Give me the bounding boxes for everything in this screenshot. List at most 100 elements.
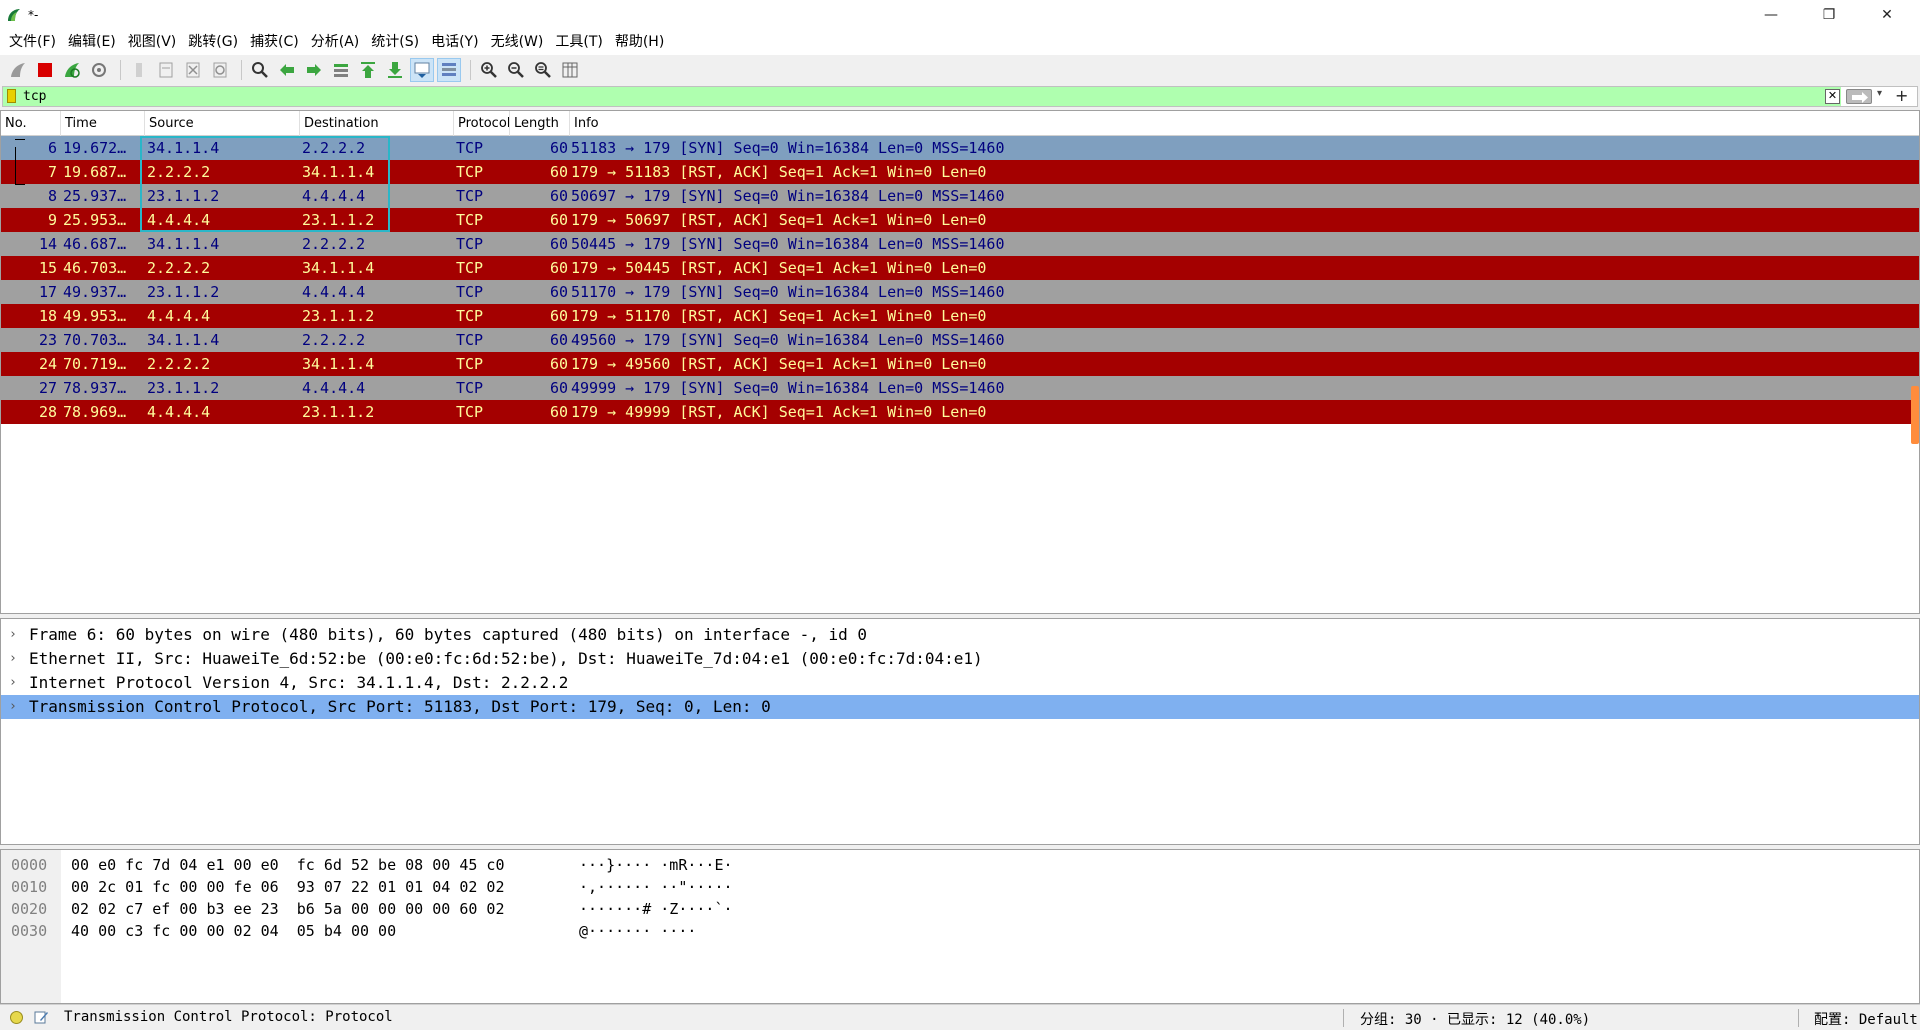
close-button[interactable]: ✕ xyxy=(1858,0,1916,29)
packet-row[interactable]: 27 78.937… 23.1.1.2 4.4.4.4 TCP 60 49999 → 179… xyxy=(1,376,1919,400)
packet-list-scrollbar-thumb[interactable] xyxy=(1911,386,1919,444)
go-first-button[interactable] xyxy=(356,58,380,82)
filter-bookmark-icon[interactable] xyxy=(7,89,16,103)
zoom-out-button[interactable] xyxy=(504,58,528,82)
packet-protocol: TCP xyxy=(456,331,484,349)
add-filter-button[interactable]: + xyxy=(1895,86,1908,105)
byte-ascii[interactable]: ·,······ ··"····· xyxy=(579,876,733,898)
profile-status[interactable]: 配置: Default xyxy=(1814,1009,1918,1029)
start-capture-button[interactable] xyxy=(6,58,30,82)
open-file-button[interactable] xyxy=(127,58,151,82)
zoom-reset-button[interactable] xyxy=(531,58,555,82)
packet-row[interactable]: 6 19.672… 34.1.1.4 2.2.2.2 TCP 60 51183 → 179 … xyxy=(1,136,1919,160)
packet-row[interactable]: 8 25.937… 23.1.1.2 4.4.4.4 TCP 60 50697 → 179 … xyxy=(1,184,1919,208)
wireshark-fin-icon xyxy=(8,8,20,21)
column-header-length[interactable]: Length xyxy=(510,111,570,136)
detail-ipv4[interactable]: › Internet Protocol Version 4, Src: 34.1.… xyxy=(1,671,1919,695)
byte-hex[interactable]: 00 2c 01 fc 00 00 fe 06 93 07 22 01 01 0… xyxy=(71,876,504,898)
packet-no: 8 xyxy=(47,187,57,205)
menu-statistics[interactable]: 统计(S) xyxy=(365,29,425,55)
save-file-button[interactable] xyxy=(154,58,178,82)
resize-columns-button[interactable] xyxy=(558,58,582,82)
toolbar-separator xyxy=(470,60,471,80)
packet-row[interactable]: 28 78.969… 4.4.4.4 23.1.1.2 TCP 60 179 → 49999… xyxy=(1,400,1919,424)
column-header-no[interactable]: No. xyxy=(1,111,61,136)
menu-help[interactable]: 帮助(H) xyxy=(609,29,670,55)
byte-offset: 0030 xyxy=(11,922,48,940)
column-header-protocol[interactable]: Protocol xyxy=(454,111,510,136)
colorize-button[interactable] xyxy=(437,58,461,82)
menu-wireless[interactable]: 无线(W) xyxy=(485,29,550,55)
go-to-packet-button[interactable] xyxy=(329,58,353,82)
menu-analyze[interactable]: 分析(A) xyxy=(305,29,366,55)
packet-row[interactable]: 24 70.719… 2.2.2.2 34.1.1.4 TCP 60 179 → 49560… xyxy=(1,352,1919,376)
menu-bar: 文件(F) 编辑(E) 视图(V) 跳转(G) 捕获(C) 分析(A) 统计(S… xyxy=(0,29,1920,55)
auto-scroll-button[interactable] xyxy=(410,58,434,82)
go-last-button[interactable] xyxy=(383,58,407,82)
packet-length: 60 xyxy=(549,355,568,373)
restore-button[interactable]: ❐ xyxy=(1800,0,1858,29)
detail-ethernet[interactable]: › Ethernet II, Src: HuaweiTe_6d:52:be (00… xyxy=(1,647,1919,671)
packet-protocol: TCP xyxy=(456,403,484,421)
packet-info: 50697 → 179 [SYN] Seq=0 Win=16384 Len=0 … xyxy=(571,187,1005,205)
byte-ascii[interactable]: @······· ···· xyxy=(579,920,696,942)
restart-capture-button[interactable] xyxy=(60,58,84,82)
packet-time: 25.937… xyxy=(63,187,127,205)
filter-apply-button[interactable] xyxy=(1846,89,1872,104)
minimize-button[interactable]: — xyxy=(1742,0,1800,29)
menu-file[interactable]: 文件(F) xyxy=(3,29,62,55)
packet-row[interactable]: 23 70.703… 34.1.1.4 2.2.2.2 TCP 60 49560 → 179… xyxy=(1,328,1919,352)
status-separator xyxy=(1343,1009,1344,1027)
packet-row[interactable]: 18 49.953… 4.4.4.4 23.1.1.2 TCP 60 179 → 51170… xyxy=(1,304,1919,328)
packet-row[interactable]: 9 25.953… 4.4.4.4 23.1.1.2 TCP 60 179 → 50697 … xyxy=(1,208,1919,232)
column-header-info[interactable]: Info xyxy=(570,111,1919,136)
menu-go[interactable]: 跳转(G) xyxy=(182,29,244,55)
go-back-button[interactable] xyxy=(275,58,299,82)
byte-ascii[interactable]: ·······# ·Z····`· xyxy=(579,898,733,920)
packet-no: 23 xyxy=(38,331,57,349)
status-message: Transmission Control Protocol: Protocol xyxy=(64,1009,393,1025)
reload-file-button[interactable] xyxy=(208,58,232,82)
packet-protocol: TCP xyxy=(456,235,484,253)
capture-options-button[interactable] xyxy=(87,58,111,82)
byte-hex[interactable]: 40 00 c3 fc 00 00 02 04 05 b4 00 00 xyxy=(71,920,396,942)
expert-info-icon[interactable] xyxy=(10,1011,23,1024)
menu-tools[interactable]: 工具(T) xyxy=(549,29,608,55)
detail-frame[interactable]: › Frame 6: 60 bytes on wire (480 bits), 6… xyxy=(1,623,1919,647)
packet-row[interactable]: 14 46.687… 34.1.1.4 2.2.2.2 TCP 60 50445 → 179… xyxy=(1,232,1919,256)
menu-capture[interactable]: 捕获(C) xyxy=(244,29,305,55)
packet-destination: 2.2.2.2 xyxy=(302,139,366,157)
packet-row[interactable]: 7 19.687… 2.2.2.2 34.1.1.4 TCP 60 179 → 51183 … xyxy=(1,160,1919,184)
detail-text: Frame 6: 60 bytes on wire (480 bits), 60… xyxy=(29,625,868,644)
colorize-icon xyxy=(442,63,456,76)
edit-comment-icon[interactable] xyxy=(33,1009,49,1025)
display-filter-input[interactable] xyxy=(23,87,1823,106)
filter-clear-button[interactable]: ✕ xyxy=(1825,89,1840,104)
column-header-destination[interactable]: Destination xyxy=(300,111,454,136)
chevron-right-icon[interactable]: › xyxy=(9,671,17,695)
menu-edit[interactable]: 编辑(E) xyxy=(62,29,122,55)
byte-ascii[interactable]: ···}···· ·mR···E· xyxy=(579,854,733,876)
menu-view[interactable]: 视图(V) xyxy=(122,29,183,55)
packet-length: 60 xyxy=(549,211,568,229)
chevron-right-icon[interactable]: › xyxy=(9,695,17,719)
packet-protocol: TCP xyxy=(456,355,484,373)
column-header-time[interactable]: Time xyxy=(61,111,145,136)
zoom-in-button[interactable] xyxy=(477,58,501,82)
filter-history-dropdown[interactable]: ▾ xyxy=(1877,88,1882,99)
packet-details-tree: › Frame 6: 60 bytes on wire (480 bits), 6… xyxy=(0,618,1920,845)
packet-row[interactable]: 15 46.703… 2.2.2.2 34.1.1.4 TCP 60 179 → 50445… xyxy=(1,256,1919,280)
detail-tcp[interactable]: › Transmission Control Protocol, Src Port… xyxy=(1,695,1919,719)
packet-row[interactable]: 17 49.937… 23.1.1.2 4.4.4.4 TCP 60 51170 → 179… xyxy=(1,280,1919,304)
menu-telephony[interactable]: 电话(Y) xyxy=(425,29,484,55)
byte-hex[interactable]: 00 e0 fc 7d 04 e1 00 e0 fc 6d 52 be 08 0… xyxy=(71,854,504,876)
column-header-source[interactable]: Source xyxy=(145,111,300,136)
find-packet-button[interactable] xyxy=(248,58,272,82)
packet-rows: 6 19.672… 34.1.1.4 2.2.2.2 TCP 60 51183 → 179 … xyxy=(1,136,1919,424)
stop-capture-button[interactable] xyxy=(33,58,57,82)
byte-hex[interactable]: 02 02 c7 ef 00 b3 ee 23 b6 5a 00 00 00 0… xyxy=(71,898,504,920)
close-file-button[interactable] xyxy=(181,58,205,82)
go-forward-button[interactable] xyxy=(302,58,326,82)
chevron-right-icon[interactable]: › xyxy=(9,623,17,647)
chevron-right-icon[interactable]: › xyxy=(9,647,17,671)
